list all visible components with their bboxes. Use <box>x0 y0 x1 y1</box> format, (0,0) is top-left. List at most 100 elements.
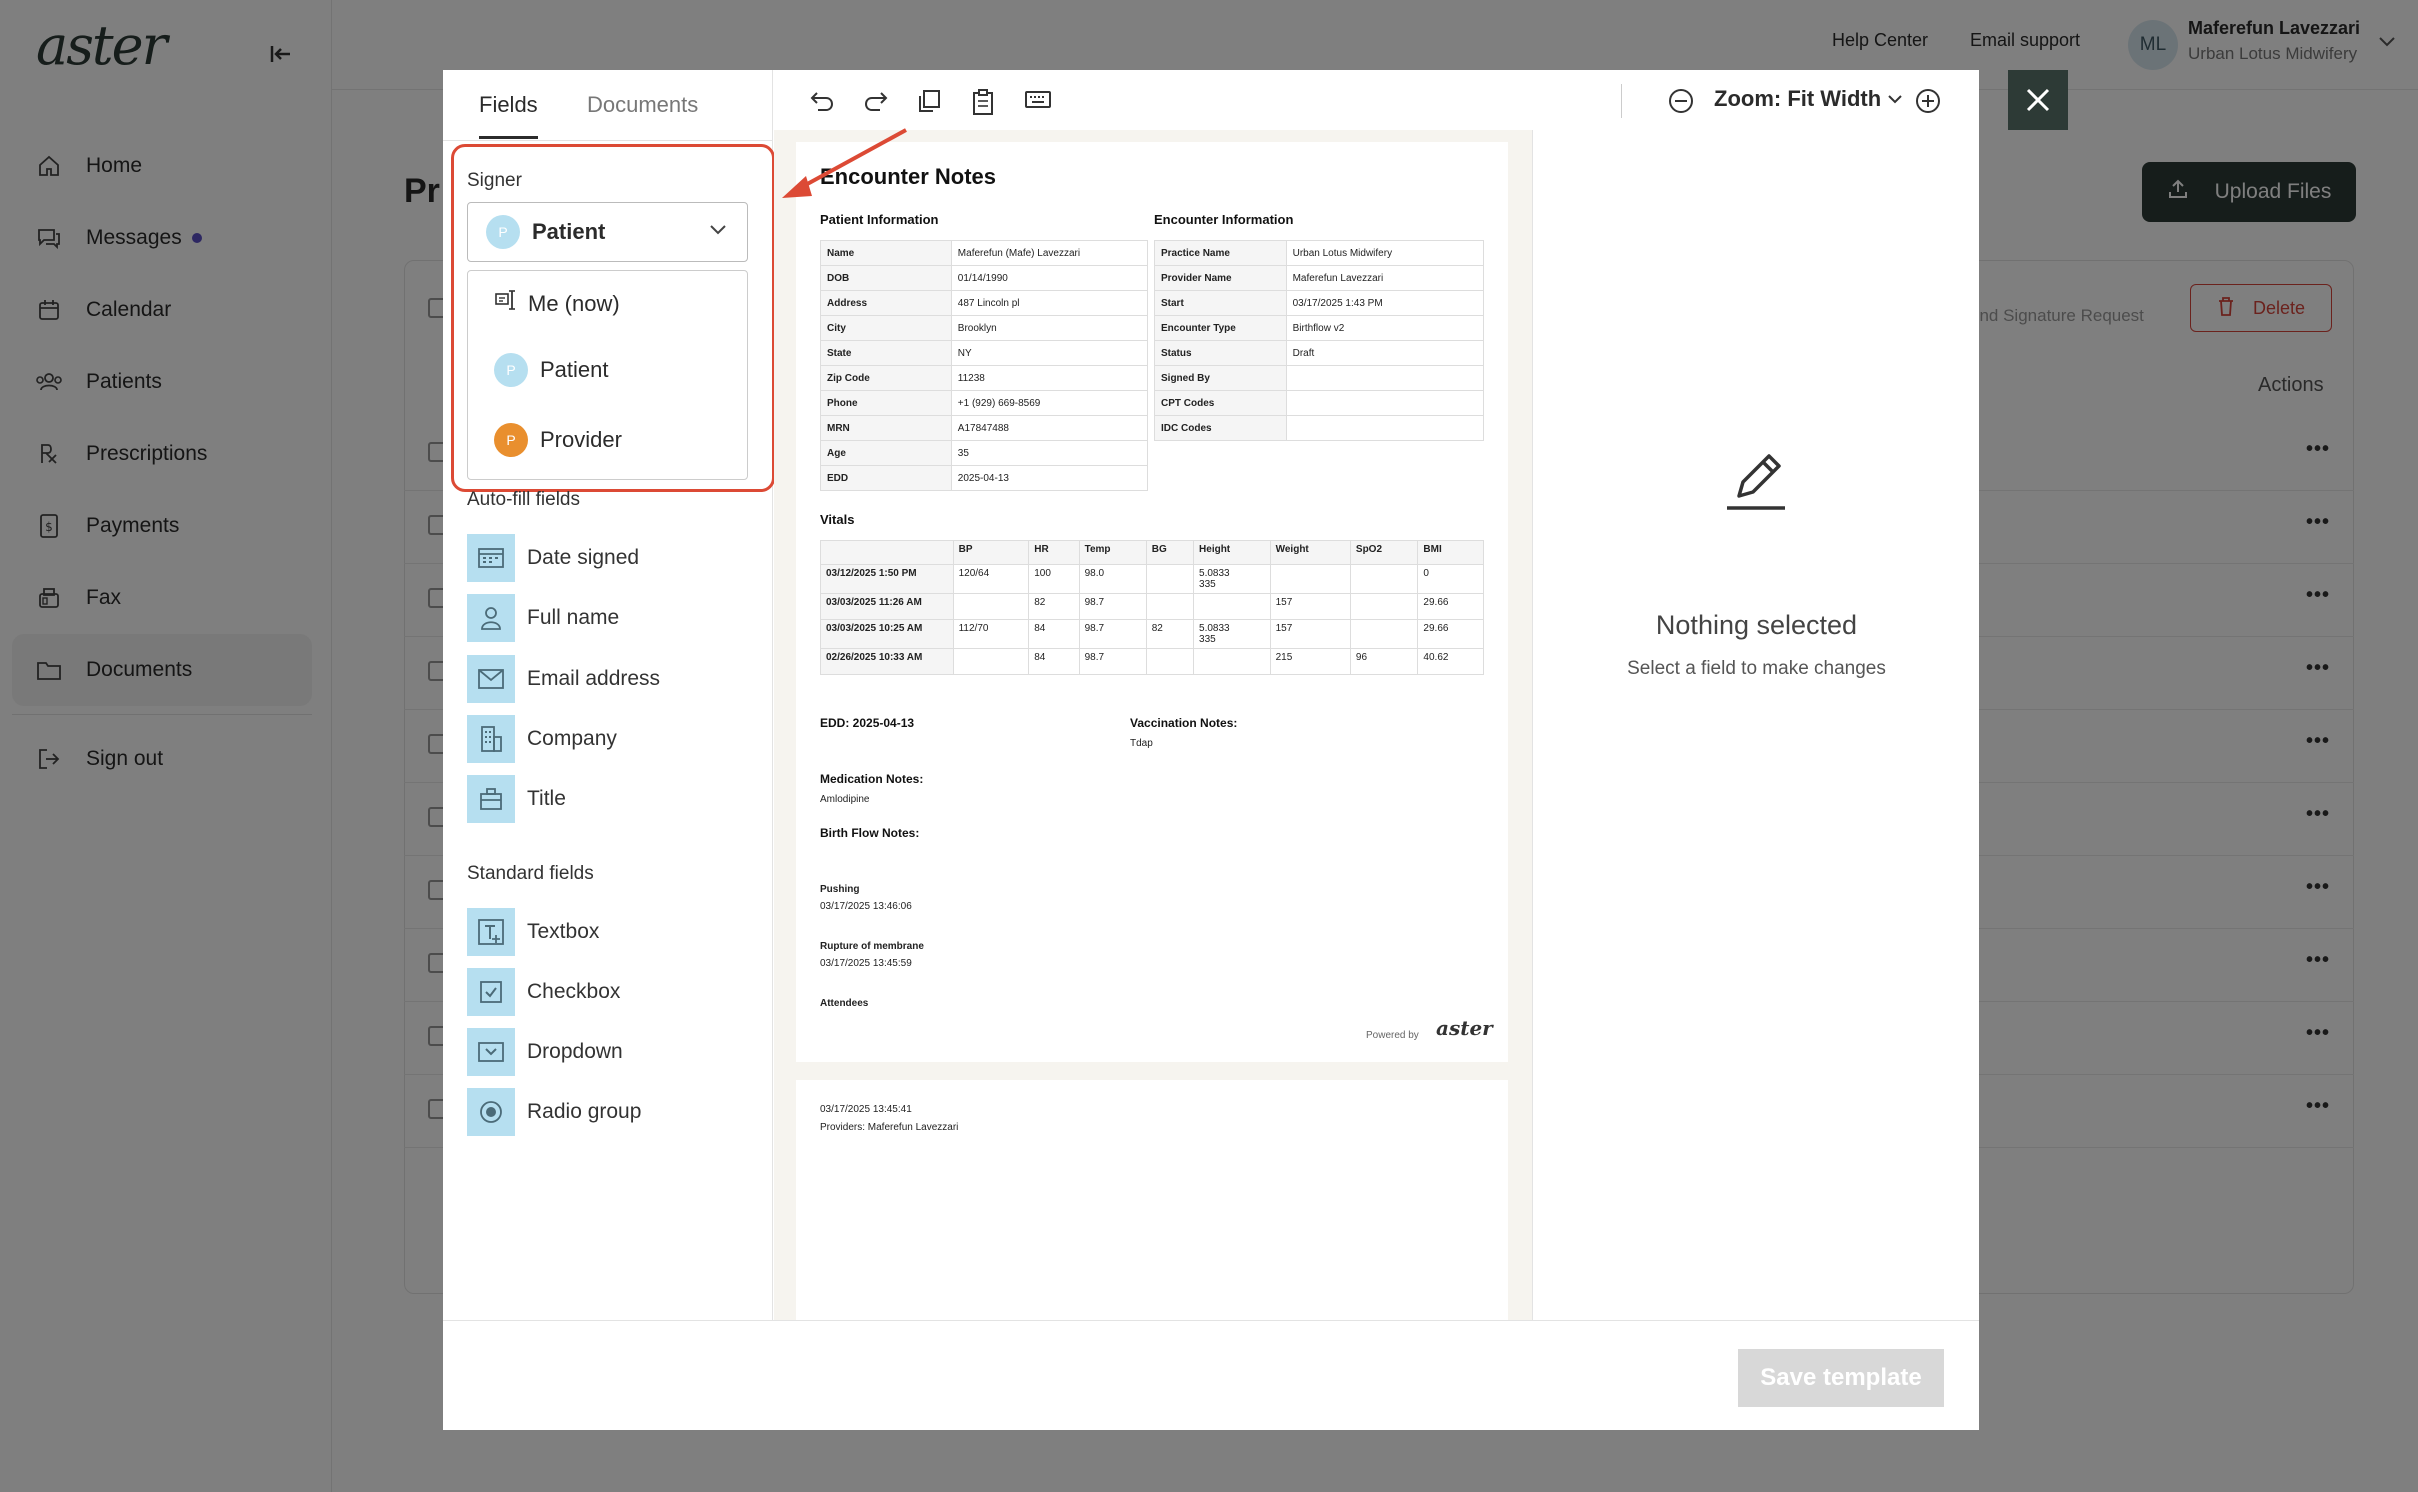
column-header: BMI <box>1417 540 1484 565</box>
rupture-time: 03/17/2025 13:45:59 <box>820 958 912 969</box>
field-value: +1 (929) 669-8569 <box>950 390 1149 416</box>
field-key: Signed By <box>1154 365 1287 391</box>
column-header: Height <box>1193 540 1271 565</box>
field-dropdown[interactable]: Dropdown <box>467 1028 623 1076</box>
field-key: Phone <box>820 390 952 416</box>
field-key: Practice Name <box>1154 240 1287 266</box>
document-page-1[interactable]: Encounter Notes Patient Information Enco… <box>796 142 1508 1062</box>
field-label: Full name <box>527 606 620 629</box>
document-viewer[interactable]: Encounter Notes Patient Information Enco… <box>774 130 1532 1320</box>
tab-fields[interactable]: Fields <box>479 92 538 139</box>
field-label: Email address <box>527 667 661 690</box>
table-cell: 03/12/2025 1:50 PM <box>820 564 954 594</box>
template-editor-modal: Fields Documents Signer P Patient Me (no… <box>443 70 1979 1430</box>
table-row: Phone +1 (929) 669-8569 <box>820 390 1149 416</box>
undo-icon[interactable] <box>808 88 836 114</box>
field-label: Dropdown <box>527 1040 623 1063</box>
table-cell: 03/03/2025 11:26 AM <box>820 593 954 620</box>
field-value: Birthflow v2 <box>1285 315 1485 341</box>
field-full-name[interactable]: Full name <box>467 594 619 642</box>
paste-icon[interactable] <box>970 88 996 116</box>
field-textbox[interactable]: Textbox <box>467 908 599 956</box>
vitals-header-row: BP HR Temp BG Height Weight SpO2 BMI <box>820 540 1484 565</box>
properties-panel: Nothing selected Select a field to make … <box>1532 130 1979 1320</box>
close-modal-button[interactable] <box>2008 70 2068 130</box>
field-checkbox[interactable]: Checkbox <box>467 968 620 1016</box>
field-label: Date signed <box>527 546 640 569</box>
calendar-field-icon <box>467 534 515 582</box>
table-cell: 0 <box>1417 564 1484 594</box>
field-key: Provider Name <box>1154 265 1287 291</box>
page2-timestamp: 03/17/2025 13:45:41 <box>820 1104 912 1115</box>
fields-panel: Fields Documents Signer P Patient Me (no… <box>443 70 775 1320</box>
field-value <box>1285 390 1485 416</box>
tab-documents[interactable]: Documents <box>587 92 698 136</box>
save-template-button[interactable]: Save template <box>1738 1349 1944 1407</box>
field-email-address[interactable]: Email address <box>467 655 660 703</box>
table-cell: 02/26/2025 10:33 AM <box>820 648 954 675</box>
table-cell <box>1145 564 1195 594</box>
field-value <box>1285 365 1485 391</box>
column-header <box>820 540 954 565</box>
table-row: City Brooklyn <box>820 315 1149 341</box>
field-title[interactable]: Title <box>467 775 566 823</box>
building-icon <box>467 715 515 763</box>
copy-icon[interactable] <box>916 88 942 114</box>
table-cell: 29.66 <box>1417 593 1484 620</box>
table-row: DOB 01/14/1990 <box>820 265 1149 291</box>
keyboard-icon[interactable] <box>1024 88 1052 110</box>
column-header: BG <box>1145 540 1195 565</box>
pushing-label: Pushing <box>820 884 860 895</box>
field-value: Urban Lotus Midwifery <box>1285 240 1485 266</box>
table-cell: 82 <box>1028 593 1080 620</box>
table-cell: 84 <box>1028 619 1080 649</box>
pushing-time: 03/17/2025 13:46:06 <box>820 901 912 912</box>
zoom-select[interactable]: Zoom: Fit Width <box>1714 86 1903 112</box>
table-row: Address 487 Lincoln pl <box>820 290 1149 316</box>
redo-icon[interactable] <box>862 88 890 114</box>
table-cell: 98.0 <box>1078 564 1147 594</box>
field-label: Title <box>527 787 566 810</box>
birth-flow-heading: Birth Flow Notes: <box>820 826 920 840</box>
field-value: 487 Lincoln pl <box>950 290 1149 316</box>
table-cell: 215 <box>1269 648 1351 675</box>
table-row: Zip Code 11238 <box>820 365 1149 391</box>
table-cell: 157 <box>1269 619 1351 649</box>
encounter-info-heading: Encounter Information <box>1154 212 1294 227</box>
document-title: Encounter Notes <box>820 164 997 189</box>
table-cell <box>1349 593 1419 620</box>
table-row: CPT Codes <box>1154 390 1485 416</box>
field-label: Checkbox <box>527 980 621 1003</box>
field-date-signed[interactable]: Date signed <box>467 534 639 582</box>
radio-icon <box>467 1088 515 1136</box>
table-row: EDD 2025-04-13 <box>820 465 1149 491</box>
table-cell <box>1349 619 1419 649</box>
table-cell <box>1145 593 1195 620</box>
field-key: EDD <box>820 465 952 491</box>
patient-info-table: Name Maferefun (Mafe) Lavezzari DOB 01/14/1… <box>820 240 1149 491</box>
field-key: Zip Code <box>820 365 952 391</box>
checkbox-icon <box>467 968 515 1016</box>
close-icon <box>2026 88 2050 112</box>
table-row: Age 35 <box>820 440 1149 466</box>
field-value: 03/17/2025 1:43 PM <box>1285 290 1485 316</box>
field-key: Address <box>820 290 952 316</box>
table-cell: 112/70 <box>952 619 1030 649</box>
table-cell <box>1145 648 1195 675</box>
field-value: 01/14/1990 <box>950 265 1149 291</box>
field-value: Maferefun (Mafe) Lavezzari <box>950 240 1149 266</box>
zoom-in-icon[interactable] <box>1915 88 1941 114</box>
zoom-label: Zoom: Fit Width <box>1714 86 1882 111</box>
document-page-2[interactable]: 03/17/2025 13:45:41 Providers: Maferefun… <box>796 1080 1508 1320</box>
zoom-out-icon[interactable] <box>1668 88 1694 114</box>
field-company[interactable]: Company <box>467 715 617 763</box>
table-cell: 5.0833 335 <box>1193 564 1271 594</box>
table-cell: 82 <box>1145 619 1195 649</box>
rupture-label: Rupture of membrane <box>820 941 924 952</box>
medication-heading: Medication Notes: <box>820 772 924 786</box>
toolbar-divider <box>1621 84 1622 118</box>
table-row: Encounter Type Birthflow v2 <box>1154 315 1485 341</box>
field-radio-group[interactable]: Radio group <box>467 1088 641 1136</box>
column-header: SpO2 <box>1349 540 1419 565</box>
pencil-icon <box>1727 454 1785 510</box>
